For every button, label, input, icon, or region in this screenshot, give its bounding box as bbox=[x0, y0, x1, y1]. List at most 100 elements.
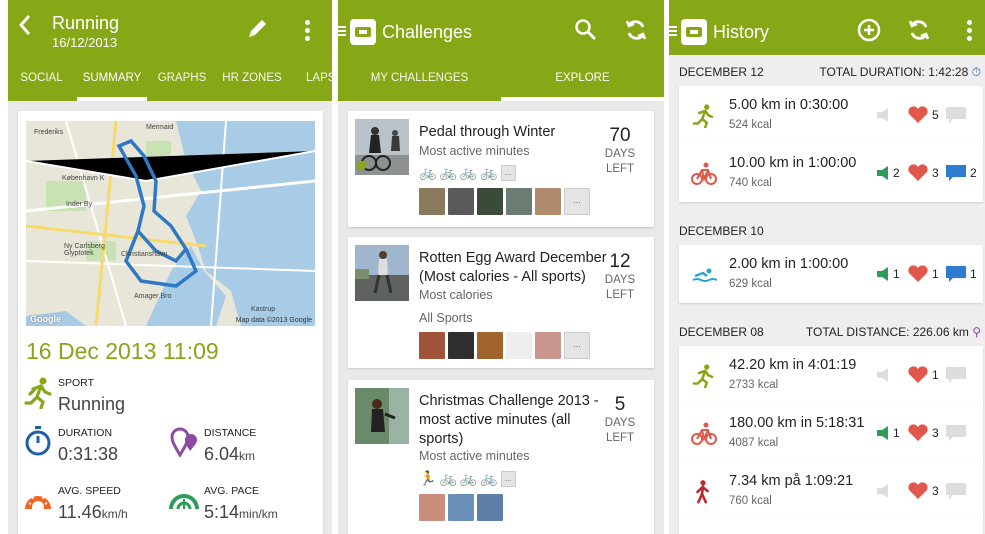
avg-pace-value: 5:14min/km bbox=[204, 502, 278, 523]
route-map[interactable]: Google Map data ©2013 Google Mermaid Fre… bbox=[26, 121, 315, 326]
comment-icon[interactable]: 2 bbox=[945, 164, 977, 182]
like-heart-icon[interactable]: 1 bbox=[907, 366, 939, 384]
entry-kcal: 4087 kcal bbox=[729, 437, 779, 449]
challenge-card[interactable]: Christmas Challenge 2013 - most active m… bbox=[348, 380, 654, 534]
entry-kcal: 629 kcal bbox=[729, 278, 772, 290]
pep-icon[interactable] bbox=[875, 482, 891, 500]
avatar[interactable] bbox=[477, 494, 503, 521]
challenge-card[interactable]: Rotten Egg Award December (Most calories… bbox=[348, 237, 654, 368]
refresh-icon[interactable] bbox=[907, 18, 931, 42]
distance-label: DISTANCE bbox=[204, 427, 257, 439]
days-label: DAYS bbox=[604, 417, 636, 429]
tab-explore[interactable]: EXPLORE bbox=[501, 55, 664, 101]
comment-icon[interactable] bbox=[945, 366, 967, 384]
avatar[interactable] bbox=[535, 332, 561, 359]
pep-icon[interactable]: 1 bbox=[875, 424, 900, 442]
sport-label: SPORT bbox=[58, 377, 94, 389]
comment-count: 2 bbox=[970, 166, 977, 180]
more-avatars-button[interactable]: ... bbox=[564, 188, 590, 215]
tab-summary[interactable]: SUMMARY bbox=[77, 55, 147, 101]
history-entry[interactable]: 42.20 km in 4:01:19 2733 kcal 1 bbox=[679, 346, 983, 404]
history-entry[interactable]: 5.00 km in 0:30:00 524 kcal 5 bbox=[679, 86, 983, 144]
more-sports-icon: ... bbox=[500, 164, 516, 181]
challenge-subtitle: Most calories bbox=[419, 288, 493, 302]
history-entry[interactable]: 180.00 km in 5:18:31 4087 kcal 1 3 bbox=[679, 404, 983, 462]
challenges-panel: Challenges MY CHALLENGES EXPLORE Pedal t… bbox=[338, 0, 664, 534]
more-avatars-button[interactable]: ... bbox=[564, 332, 590, 359]
entry-kcal: 760 kcal bbox=[729, 495, 772, 507]
avg-speed-label: AVG. SPEED bbox=[58, 485, 121, 497]
pep-icon[interactable] bbox=[875, 366, 891, 384]
section-total: TOTAL DISTANCE: 226.06 km ⚲ bbox=[806, 325, 981, 339]
avatar[interactable] bbox=[506, 188, 532, 215]
summary-card: Google Map data ©2013 Google Mermaid Fre… bbox=[18, 111, 323, 534]
map-attribution: Map data ©2013 Google bbox=[235, 317, 312, 324]
like-count: 3 bbox=[932, 166, 939, 180]
avatar[interactable] bbox=[419, 188, 445, 215]
challenges-tabs: MY CHALLENGES EXPLORE bbox=[338, 55, 664, 101]
more-sports-icon: ... bbox=[500, 470, 516, 487]
avatar[interactable] bbox=[419, 494, 445, 521]
like-heart-icon[interactable]: 3 bbox=[907, 482, 939, 500]
comment-icon[interactable] bbox=[945, 424, 967, 442]
overflow-menu-icon[interactable] bbox=[303, 20, 311, 42]
add-workout-icon[interactable] bbox=[857, 18, 881, 42]
section-date: DECEMBER 10 bbox=[679, 224, 764, 238]
back-arrow-icon[interactable] bbox=[18, 14, 38, 38]
app-logo-icon[interactable] bbox=[681, 19, 707, 45]
challenge-card[interactable]: Pedal through Winter Most active minutes… bbox=[348, 111, 654, 227]
history-entry[interactable]: 10.00 km in 1:00:00 740 kcal 2 3 2 bbox=[679, 144, 983, 202]
pep-icon[interactable]: 2 bbox=[875, 164, 900, 182]
summary-panel: Running 16/12/2013 SOCIAL SUMMARY GRAPHS… bbox=[8, 0, 332, 534]
overflow-menu-icon[interactable] bbox=[965, 20, 973, 42]
section-total: TOTAL DURATION: 1:42:28 ⏱ bbox=[819, 65, 981, 80]
days-left-count: 70 bbox=[609, 125, 631, 146]
drawer-menu-icon[interactable] bbox=[338, 26, 346, 36]
map-label: Ny Carlsberg Glyptotek bbox=[64, 243, 105, 257]
tab-hr-zones[interactable]: HR ZONES bbox=[216, 55, 288, 101]
avatar[interactable] bbox=[506, 332, 532, 359]
history-entry[interactable]: 2.00 km in 1:00:00 629 kcal 1 1 1 bbox=[679, 245, 983, 303]
tab-graphs[interactable]: GRAPHS bbox=[150, 55, 214, 101]
app-logo-icon[interactable] bbox=[350, 19, 376, 45]
avatar[interactable] bbox=[477, 332, 503, 359]
avatar[interactable] bbox=[448, 494, 474, 521]
entry-summary: 180.00 km in 5:18:31 bbox=[729, 415, 865, 431]
like-heart-icon[interactable]: 1 bbox=[907, 265, 939, 283]
pencil-icon[interactable] bbox=[244, 16, 270, 42]
challenge-subtitle: Most active minutes bbox=[419, 144, 530, 158]
avatar[interactable] bbox=[448, 332, 474, 359]
sport-value: Running bbox=[58, 394, 126, 414]
tab-laps[interactable]: LAPS bbox=[296, 55, 332, 101]
history-entry[interactable]: 7.34 km på 1:09:21 760 kcal 3 bbox=[679, 462, 983, 520]
avatar[interactable] bbox=[419, 332, 445, 359]
walking-icon bbox=[691, 480, 715, 504]
comment-icon[interactable]: 1 bbox=[945, 265, 977, 283]
pep-icon[interactable] bbox=[875, 106, 891, 124]
summary-app-bar: Running 16/12/2013 bbox=[8, 0, 332, 55]
running-icon bbox=[24, 377, 52, 414]
history-entry[interactable] bbox=[679, 520, 983, 534]
tab-my-challenges[interactable]: MY CHALLENGES bbox=[338, 55, 501, 101]
avatar[interactable] bbox=[477, 188, 503, 215]
map-label: Amager Bro bbox=[134, 293, 172, 300]
like-heart-icon[interactable]: 3 bbox=[907, 424, 939, 442]
like-heart-icon[interactable]: 3 bbox=[907, 164, 939, 182]
challenge-title: Christmas Challenge 2013 - most active m… bbox=[419, 393, 599, 447]
left-label: LEFT bbox=[605, 163, 635, 175]
comment-icon[interactable] bbox=[945, 106, 967, 124]
avg-speed-unit: km/h bbox=[101, 507, 128, 521]
comment-icon[interactable] bbox=[945, 482, 967, 500]
like-heart-icon[interactable]: 5 bbox=[907, 106, 939, 124]
avatar[interactable] bbox=[448, 188, 474, 215]
map-label: Christianshavn bbox=[121, 251, 168, 258]
days-left: 12 DAYS LEFT bbox=[600, 251, 640, 303]
drawer-menu-icon[interactable] bbox=[669, 26, 677, 36]
refresh-icon[interactable] bbox=[624, 18, 648, 42]
search-icon[interactable] bbox=[574, 18, 598, 42]
avatar[interactable] bbox=[535, 188, 561, 215]
tab-social[interactable]: SOCIAL bbox=[8, 55, 75, 101]
pep-icon[interactable]: 1 bbox=[875, 265, 900, 283]
like-count: 1 bbox=[932, 267, 939, 281]
challenge-sport-scope: All Sports bbox=[419, 311, 473, 325]
